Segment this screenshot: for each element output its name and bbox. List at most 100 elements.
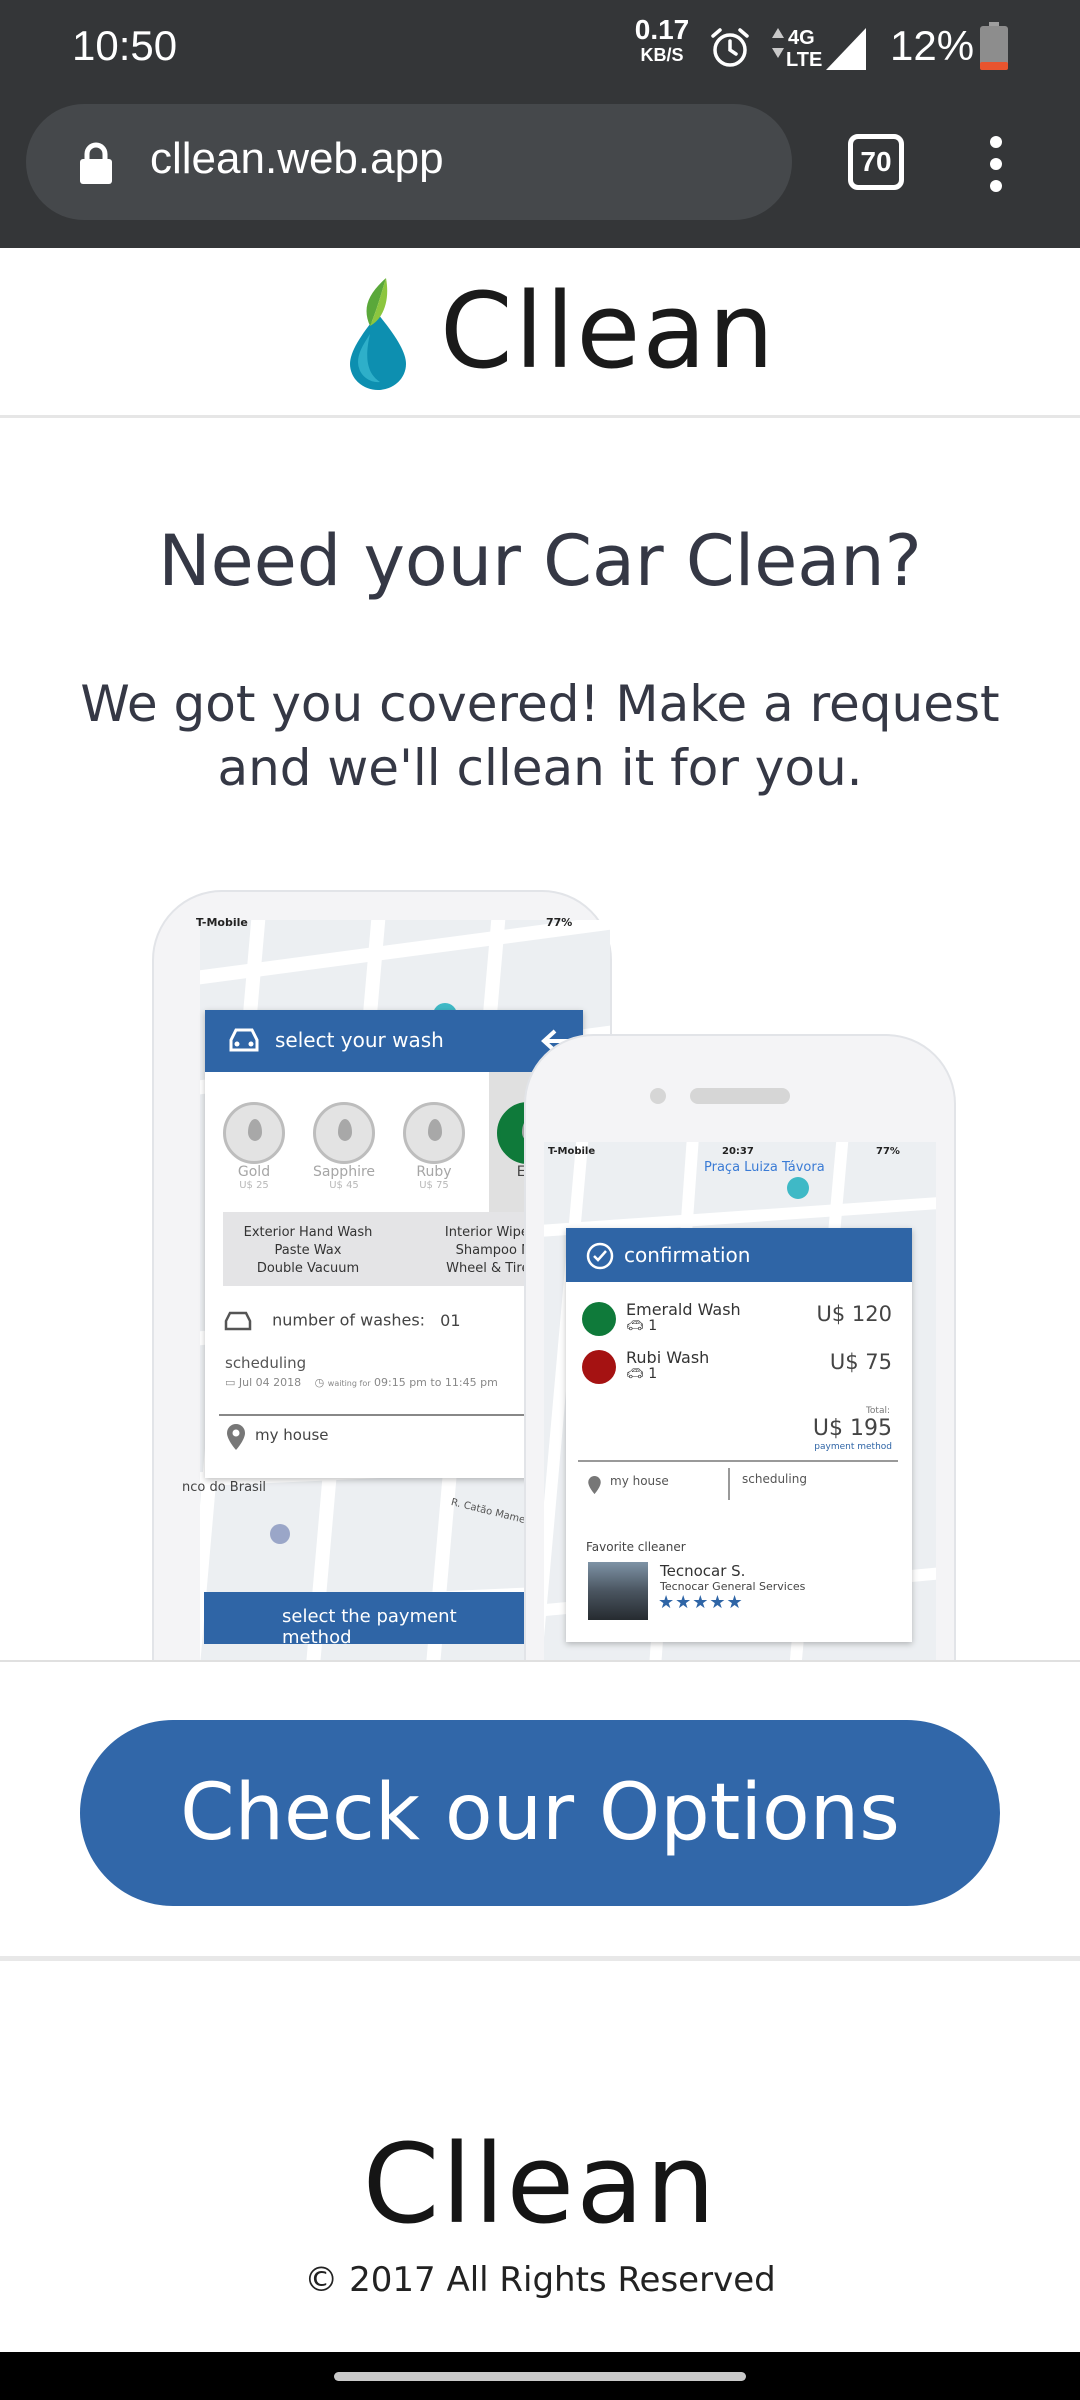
scheduling-label: scheduling [742,1472,807,1486]
sapphire-drop-icon [313,1102,375,1164]
wash-option-name: Ruby [416,1164,452,1180]
payment-method-link: payment method [814,1442,892,1452]
payment-method-bar: select the payment method [204,1592,530,1648]
car-icon [224,1311,252,1331]
item-price: U$ 120 [816,1302,893,1326]
wash-option-sapphire: Sapphire U$ 45 [311,1102,377,1191]
wash-option-name: Sapphire [312,1164,376,1180]
more-menu-icon[interactable] [984,136,1008,192]
location-label: my house [610,1474,669,1488]
battery-percent: 12% [890,22,975,69]
washes-label: number of washes: [272,1310,426,1330]
select-wash-header: select your wash [205,1010,583,1072]
clock-icon: ◷ [314,1376,325,1389]
total-value: U$ 195 [812,1416,892,1441]
front-camera [650,1088,666,1104]
cleaner-name: Tecnocar S. [660,1562,746,1580]
divider [728,1468,730,1500]
mock-battery: 77% [546,916,573,929]
check-circle-icon [586,1242,614,1270]
hero-title: Need your Car Clean? [158,520,922,602]
car-icon: 🚗︎ [626,1318,644,1334]
hero-subtitle: We got you covered! Make a request and w… [80,675,1000,797]
check-options-button[interactable]: Check our Options [80,1720,1000,1906]
network-speed-value: 0.17 [634,14,690,45]
status-time: 10:50 [72,22,178,69]
cleaner-photo [588,1562,648,1620]
rating-stars: ★★★★★ [658,1592,744,1613]
item-qty: 🚗︎ 1 [626,1366,657,1382]
address-bar[interactable]: cllean.web.app [26,104,792,220]
location-label: my house [255,1426,329,1444]
mock-battery-2: 77% [876,1146,900,1157]
status-bar: 10:50 0.17 KB/S 4G LTE 12% [0,0,1080,96]
footer-brand: Cllean [362,2120,718,2248]
mock-time-2: 20:37 [722,1146,754,1157]
car-icon: 🚗︎ [626,1366,644,1382]
mock-place2: nco do Brasil [182,1480,267,1495]
wash-option-name: Gold [237,1164,271,1180]
system-nav-bar [0,2352,1080,2400]
divider [578,1460,898,1462]
alarm-icon [711,28,749,67]
url-text: cllean.web.app [150,134,444,183]
wash-option-price: U$ 75 [419,1180,449,1191]
mock-carrier: T-Mobile [196,916,248,929]
brand-logo-text[interactable]: Cllean [440,270,776,392]
item-name: Rubi Wash [626,1348,710,1367]
tab-switcher-button[interactable]: 70 [848,134,904,190]
payment-method-label: select the payment method [282,1606,457,1648]
car-icon [229,1028,259,1052]
gesture-handle[interactable] [334,2372,746,2381]
droplet-logo-icon[interactable] [340,274,416,390]
confirmation-header: confirmation [566,1228,912,1282]
emerald-gem-icon [582,1302,616,1336]
total-label: Total: [865,1406,890,1416]
wash-option-price: U$ 45 [329,1180,359,1191]
calendar-icon: ▭ [225,1376,236,1389]
order-item: Rubi Wash 🚗︎ 1 U$ 75 [582,1348,902,1388]
mock-place: Praça Luiza Távora [704,1160,825,1175]
browser-toolbar: cllean.web.app 70 [0,96,1080,248]
footer-copyright: © 2017 All Rights Reserved [304,2260,776,2300]
feature-item: Double Vacuum [256,1261,360,1276]
network-speed: 0.17 KB/S [632,14,692,65]
feature-item: Exterior Hand Wash [243,1225,373,1240]
mock-carrier-2: T-Mobile [548,1146,596,1157]
schedule-date: Jul 04 2018 [238,1376,302,1389]
confirmation-card: confirmation Emerald Wash 🚗︎ 1 U$ 120 Ru… [566,1228,912,1642]
wash-option-gold: Gold U$ 25 [221,1102,287,1191]
item-price: U$ 75 [829,1350,892,1374]
network-speed-unit: KB/S [640,45,684,65]
gold-drop-icon [223,1102,285,1164]
favorite-cleaner-label: Favorite clleaner [586,1540,686,1554]
washes-value: 01 [440,1310,461,1330]
schedule-details: ▭ Jul 04 2018 ◷ waiting for 09:15 pm to … [225,1376,498,1389]
location-pin-icon [227,1424,245,1450]
item-qty: 🚗︎ 1 [626,1318,657,1334]
features-left: Exterior Hand Wash Paste Wax Double Vacu… [223,1224,393,1278]
battery-icon [980,22,1008,70]
wash-option-price: U$ 25 [239,1180,269,1191]
item-qty-value: 1 [648,1318,658,1334]
order-item: Emerald Wash 🚗︎ 1 U$ 120 [582,1300,902,1340]
divider [0,1660,1080,1662]
svg-text:4G: 4G [788,27,815,49]
confirmation-title: confirmation [624,1243,751,1267]
feature-item: Paste Wax [274,1243,342,1258]
item-name: Emerald Wash [626,1300,741,1319]
svg-text:LTE: LTE [786,49,822,71]
ruby-gem-icon [582,1350,616,1384]
ruby-drop-icon [403,1102,465,1164]
select-wash-title: select your wash [275,1028,444,1052]
app-mockup-image: T-Mobile 77% nco do Brasil R. Catão Mame… [0,880,1080,1662]
time-range: 09:15 pm to 11:45 pm [374,1376,498,1389]
waiting-label: waiting for [327,1379,371,1388]
section-divider [0,1956,1080,1961]
speaker-grille [690,1088,790,1104]
site-header: Cllean [0,248,1080,418]
item-qty-value: 1 [648,1366,658,1382]
wash-option-ruby: Ruby U$ 75 [401,1102,467,1191]
lock-icon [80,142,112,184]
location-pin-icon [588,1476,601,1494]
